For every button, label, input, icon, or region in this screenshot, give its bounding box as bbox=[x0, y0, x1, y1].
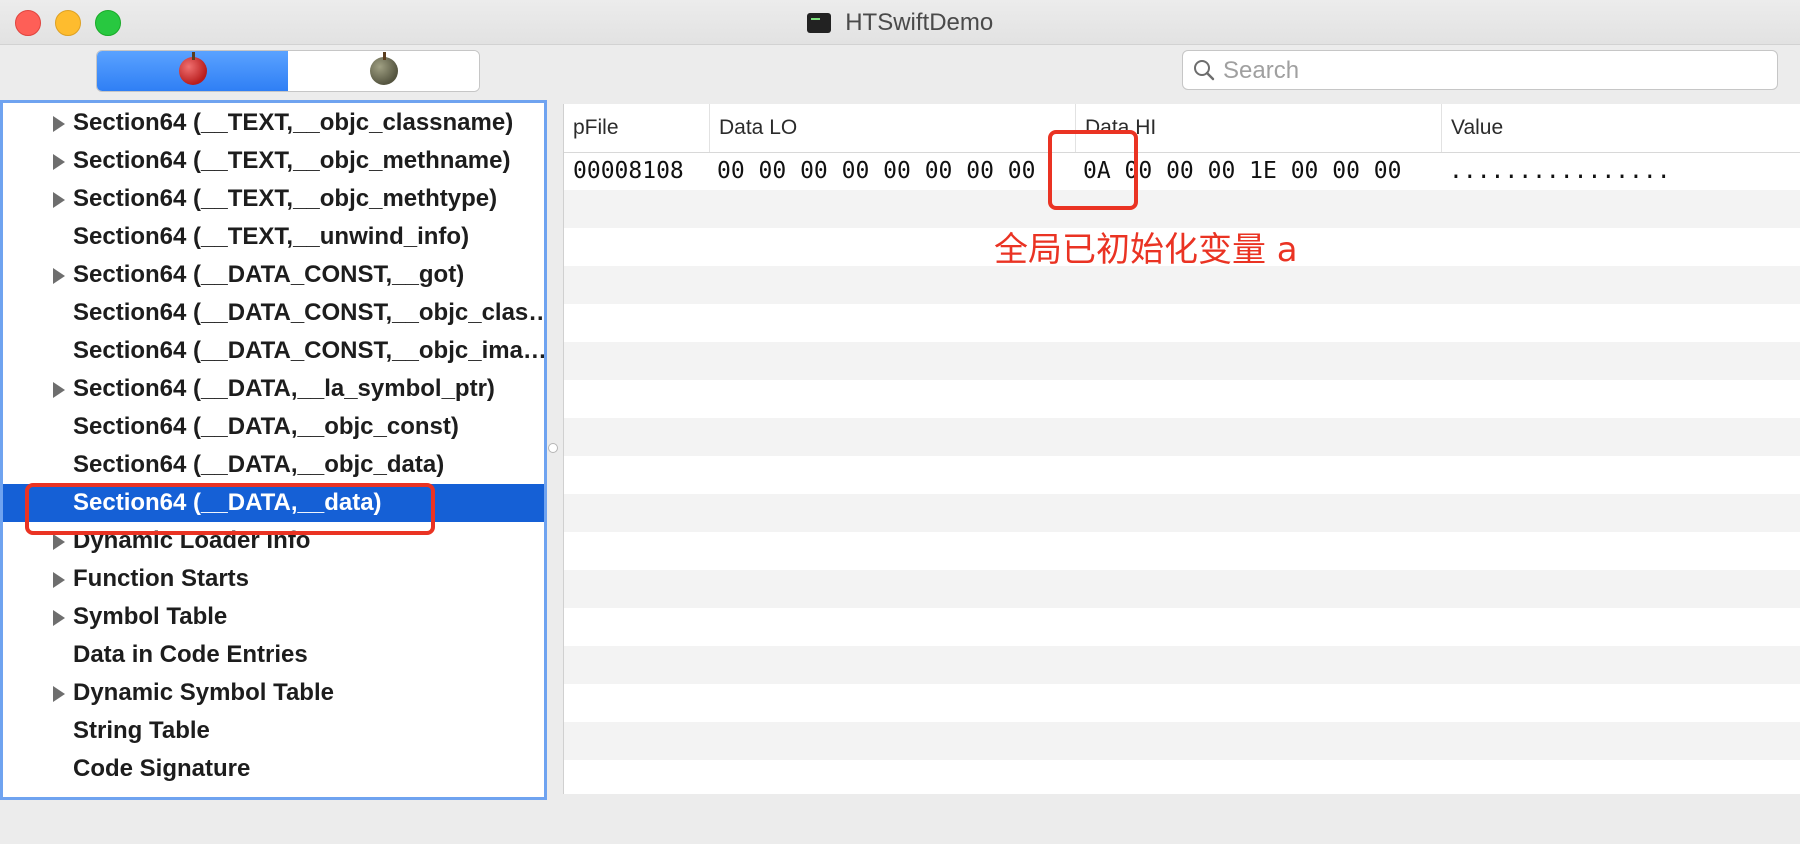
table-row[interactable] bbox=[564, 304, 1800, 342]
segment-rva[interactable] bbox=[288, 51, 479, 91]
sidebar-tree-item-label: Section64 (__TEXT,__objc_methname) bbox=[73, 147, 511, 174]
table-row[interactable] bbox=[564, 608, 1800, 646]
sidebar-tree-item-label: Section64 (__DATA,__objc_data) bbox=[73, 451, 445, 478]
sidebar-tree-item[interactable]: Section64 (__DATA_CONST,__objc_clas… bbox=[3, 294, 544, 332]
hex-data-table[interactable]: pFile Data LO Data HI Value 00008108 00 0… bbox=[563, 104, 1800, 794]
segment-raw-data[interactable] bbox=[97, 51, 288, 91]
sidebar-tree-item[interactable]: Section64 (__DATA,__la_symbol_ptr) bbox=[3, 370, 544, 408]
sidebar-tree-item-label: Function Starts bbox=[73, 565, 250, 592]
annotation-highlight-selected-section bbox=[25, 483, 435, 535]
sidebar-tree-item-label: Data in Code Entries bbox=[73, 641, 308, 668]
app-window: HTSwiftDemo Section64 (__TEXT,__objc_cla… bbox=[0, 0, 1800, 844]
sidebar-tree-item[interactable]: Dynamic Symbol Table bbox=[3, 674, 544, 712]
sidebar-tree-item[interactable]: Section64 (__DATA,__objc_const) bbox=[3, 408, 544, 446]
sidebar-tree-item-label: Section64 (__DATA,__la_symbol_ptr) bbox=[73, 375, 495, 402]
cell-data-lo: 00 00 00 00 00 00 00 00 bbox=[717, 158, 1036, 184]
column-header-data-lo[interactable]: Data LO bbox=[710, 104, 1076, 152]
table-row[interactable] bbox=[564, 760, 1800, 794]
title-bar: HTSwiftDemo bbox=[0, 0, 1800, 45]
window-title: HTSwiftDemo bbox=[845, 9, 994, 36]
sidebar-tree-item[interactable]: Section64 (__TEXT,__objc_classname) bbox=[3, 104, 544, 142]
disclosure-triangle-icon[interactable] bbox=[53, 610, 65, 626]
sidebar-tree-item[interactable]: Section64 (__TEXT,__unwind_info) bbox=[3, 218, 544, 256]
table-row[interactable] bbox=[564, 646, 1800, 684]
table-row[interactable] bbox=[564, 722, 1800, 760]
sidebar-tree-item[interactable]: Section64 (__TEXT,__objc_methtype) bbox=[3, 180, 544, 218]
sidebar-tree-item[interactable]: Section64 (__DATA_CONST,__objc_ima… bbox=[3, 332, 544, 370]
sidebar-tree-item-label: Code Signature bbox=[73, 755, 251, 782]
sidebar-tree-item[interactable]: Section64 (__TEXT,__objc_methname) bbox=[3, 142, 544, 180]
search-field[interactable] bbox=[1182, 50, 1778, 91]
sidebar-tree-item[interactable]: Symbol Table bbox=[3, 598, 544, 636]
table-row[interactable] bbox=[564, 570, 1800, 608]
search-input[interactable] bbox=[1221, 51, 1765, 91]
table-row[interactable] bbox=[564, 684, 1800, 722]
split-view-handle[interactable] bbox=[548, 443, 558, 453]
sidebar-tree-item-label: Section64 (__TEXT,__unwind_info) bbox=[73, 223, 470, 250]
section-outline-sidebar[interactable]: Section64 (__TEXT,__objc_classname) Secti… bbox=[0, 100, 547, 800]
sidebar-tree-item-label: Section64 (__DATA_CONST,__got) bbox=[73, 261, 465, 288]
sidebar-tree-item-label: Section64 (__DATA_CONST,__objc_ima… bbox=[73, 337, 547, 364]
view-mode-segmented-control[interactable] bbox=[96, 50, 480, 92]
annotation-highlight-byte bbox=[1048, 130, 1138, 210]
sidebar-tree-item[interactable]: Data in Code Entries bbox=[3, 636, 544, 674]
cell-value: ................ bbox=[1449, 158, 1671, 184]
sidebar-tree-item[interactable]: Section64 (__DATA_CONST,__got) bbox=[3, 256, 544, 294]
gray-apple-icon bbox=[370, 52, 398, 85]
column-header-pfile[interactable]: pFile bbox=[564, 104, 710, 152]
table-row[interactable] bbox=[564, 342, 1800, 380]
red-apple-icon bbox=[179, 52, 207, 85]
disclosure-triangle-icon[interactable] bbox=[53, 154, 65, 170]
table-row[interactable] bbox=[564, 266, 1800, 304]
sidebar-tree-item-label: Section64 (__TEXT,__objc_methtype) bbox=[73, 185, 498, 212]
disclosure-triangle-icon[interactable] bbox=[53, 534, 65, 550]
table-row[interactable] bbox=[564, 494, 1800, 532]
disclosure-triangle-icon[interactable] bbox=[53, 382, 65, 398]
table-header: pFile Data LO Data HI Value bbox=[564, 104, 1800, 153]
annotation-label: 全局已初始化变量 a bbox=[994, 230, 1298, 270]
table-row[interactable] bbox=[564, 418, 1800, 456]
sidebar-tree-item-label: Symbol Table bbox=[73, 603, 228, 630]
disclosure-triangle-icon[interactable] bbox=[53, 116, 65, 132]
search-icon bbox=[1194, 60, 1215, 81]
sidebar-tree-item-label: String Table bbox=[73, 717, 210, 744]
table-row[interactable] bbox=[564, 380, 1800, 418]
table-row[interactable]: 00008108 00 00 00 00 00 00 00 00 0A 00 00 … bbox=[564, 152, 1800, 190]
sidebar-tree-item-label: Section64 (__TEXT,__objc_classname) bbox=[73, 109, 514, 136]
table-row[interactable] bbox=[564, 532, 1800, 570]
disclosure-triangle-icon[interactable] bbox=[53, 192, 65, 208]
terminal-icon bbox=[806, 13, 831, 33]
sidebar-tree-item[interactable]: String Table bbox=[3, 712, 544, 750]
sidebar-tree-item-label: Dynamic Symbol Table bbox=[73, 679, 334, 706]
sidebar-tree-item-label: Section64 (__DATA_CONST,__objc_clas… bbox=[73, 299, 547, 326]
sidebar-tree-item[interactable]: Function Starts bbox=[3, 560, 544, 598]
disclosure-triangle-icon[interactable] bbox=[53, 268, 65, 284]
sidebar-tree-item[interactable]: Code Signature bbox=[3, 750, 544, 788]
window-title-group: HTSwiftDemo bbox=[0, 9, 1800, 37]
disclosure-triangle-icon[interactable] bbox=[53, 686, 65, 702]
sidebar-tree-item[interactable]: Section64 (__DATA,__objc_data) bbox=[3, 446, 544, 484]
sidebar-tree-item-label: Section64 (__DATA,__objc_const) bbox=[73, 413, 459, 440]
column-header-value[interactable]: Value bbox=[1442, 104, 1800, 152]
table-row[interactable] bbox=[564, 456, 1800, 494]
cell-pfile: 00008108 bbox=[573, 158, 684, 184]
disclosure-triangle-icon[interactable] bbox=[53, 572, 65, 588]
